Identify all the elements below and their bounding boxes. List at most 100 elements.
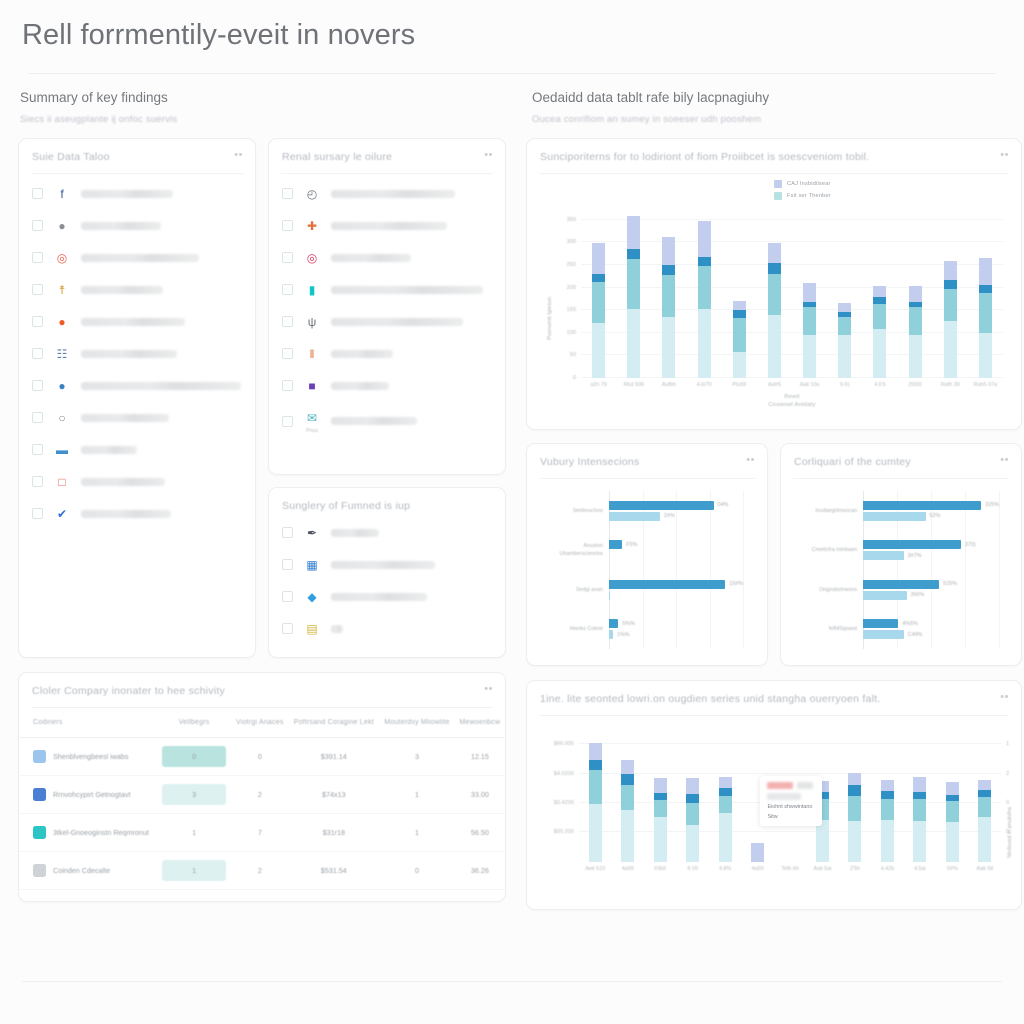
table-row[interactable]: 3tkel-Gnoeoginstn Reqmronut 1 7 $31r18 1 56.5… xyxy=(19,813,505,852)
hbar-row[interactable]: 356% xyxy=(863,590,999,600)
legend-item[interactable]: Fsit ser Thenber xyxy=(774,191,831,200)
bar-slot[interactable]: 4.V0 xyxy=(676,734,708,872)
hbar-row[interactable]: 3#7% xyxy=(863,551,999,561)
list-item[interactable]: ○ xyxy=(19,402,255,434)
stacked-bar[interactable] xyxy=(718,777,732,862)
list-item-checkbox[interactable] xyxy=(282,415,293,427)
list-item-checkbox[interactable] xyxy=(32,444,43,456)
hbar-primary[interactable] xyxy=(863,579,940,589)
stacked-bar[interactable] xyxy=(592,243,606,378)
stacked-bar[interactable] xyxy=(697,221,711,378)
list-item-checkbox[interactable] xyxy=(32,412,43,424)
list-item[interactable]: ✒ xyxy=(269,517,505,549)
stacked-bar[interactable] xyxy=(848,772,862,862)
list-item-checkbox[interactable] xyxy=(282,348,293,360)
card-menu-icon[interactable]: •• xyxy=(1000,454,1009,465)
bar-slot[interactable]: Rath 39 xyxy=(933,210,968,388)
hbar-secondary[interactable] xyxy=(863,590,907,600)
stacked-bar[interactable] xyxy=(880,779,894,862)
stacked-bar[interactable] xyxy=(978,257,992,378)
stacked-bar[interactable] xyxy=(662,237,676,378)
list-item-checkbox[interactable] xyxy=(282,559,293,571)
stacked-bar[interactable] xyxy=(686,778,700,862)
table-row[interactable]: Rrnvohcypirt Getnogtavt 3 2 $74x13 1 33.00 xyxy=(19,775,505,814)
hbar-row[interactable] xyxy=(609,551,743,560)
list-item[interactable]: ● xyxy=(19,370,255,402)
hbar-secondary[interactable] xyxy=(863,630,904,640)
bar-slot[interactable]: 4a99 xyxy=(611,734,643,872)
legend-item[interactable]: CAJ Insbidilsear xyxy=(774,179,831,188)
hbar-row[interactable]: 15#% xyxy=(609,579,743,589)
stacked-bar[interactable] xyxy=(945,782,959,862)
bar-slot[interactable]: Aafr5 xyxy=(757,210,792,388)
hbar-row[interactable]: 1%% xyxy=(609,630,743,640)
bar-slot[interactable]: Rah5 07a xyxy=(968,210,1003,388)
list-item[interactable]: ψ xyxy=(269,306,505,338)
list-item-checkbox[interactable] xyxy=(32,508,43,520)
list-item[interactable]: ■ xyxy=(269,370,505,402)
hbar-primary[interactable] xyxy=(609,500,714,510)
bar-slot[interactable]: 4.5ai xyxy=(904,734,936,872)
hbar-row[interactable]: 525% xyxy=(863,579,999,589)
list-item-checkbox[interactable] xyxy=(32,316,43,328)
card-menu-icon[interactable]: •• xyxy=(1000,149,1009,160)
card-menu-icon[interactable]: •• xyxy=(484,683,493,694)
card-menu-icon[interactable]: •• xyxy=(1000,691,1009,702)
hbar-row[interactable]: 04% xyxy=(609,500,743,510)
hbar-primary[interactable] xyxy=(863,500,982,510)
list-item-checkbox[interactable] xyxy=(32,188,43,200)
hbar-row[interactable]: 4%5% xyxy=(863,619,999,629)
list-item-checkbox[interactable] xyxy=(282,623,293,635)
stacked-bar[interactable] xyxy=(943,261,957,378)
list-item[interactable]: ● xyxy=(19,306,255,338)
hbar-secondary[interactable] xyxy=(863,511,926,521)
table-row[interactable]: Coinden Cdecalte 1 2 $531.54 0 36.26 xyxy=(19,851,505,890)
hbar-secondary[interactable] xyxy=(863,551,904,561)
stacked-bar[interactable] xyxy=(873,285,887,378)
list-item[interactable]: ☷ xyxy=(19,338,255,370)
stacked-bar[interactable] xyxy=(627,216,641,378)
hbar-primary[interactable] xyxy=(609,619,619,629)
list-item-checkbox[interactable] xyxy=(32,284,43,296)
card-menu-icon[interactable]: •• xyxy=(746,454,755,465)
list-item-checkbox[interactable] xyxy=(282,284,293,296)
hbar-row[interactable] xyxy=(609,590,743,600)
hbar-row[interactable]: F5% xyxy=(609,540,743,550)
bar-slot[interactable]: Aati 5tt xyxy=(969,734,1001,872)
list-item[interactable]: ‖ xyxy=(269,338,505,370)
table-row[interactable]: Shenblvengbeesl iwabs 0 0 $391.14 3 12.15 xyxy=(19,737,505,776)
bar-slot[interactable]: 5#% xyxy=(936,734,968,872)
list-item-checkbox[interactable] xyxy=(32,220,43,232)
hbar-row[interactable]: 325% xyxy=(863,500,999,510)
stacked-bar[interactable] xyxy=(838,302,852,378)
list-item[interactable]: ◆ xyxy=(269,581,505,613)
list-item-checkbox[interactable] xyxy=(282,316,293,328)
card-menu-icon[interactable]: •• xyxy=(234,149,243,160)
list-item[interactable]: ✉ Pnus xyxy=(269,402,505,441)
list-item-checkbox[interactable] xyxy=(32,380,43,392)
list-item[interactable]: ● xyxy=(19,210,255,242)
list-item-checkbox[interactable] xyxy=(282,527,293,539)
list-item[interactable]: ▦ xyxy=(269,549,505,581)
list-item[interactable]: ◎ xyxy=(269,242,505,274)
bar-slot[interactable]: a2n 79 xyxy=(581,210,616,388)
bar-slot[interactable]: Aeti 510 xyxy=(579,734,611,872)
hbar-secondary[interactable] xyxy=(609,511,660,521)
stacked-bar[interactable] xyxy=(913,777,927,862)
stacked-bar[interactable] xyxy=(767,243,781,378)
list-item-checkbox[interactable] xyxy=(282,220,293,232)
hbar-primary[interactable] xyxy=(609,579,726,589)
list-item-checkbox[interactable] xyxy=(32,348,43,360)
hbar-secondary[interactable] xyxy=(609,630,614,640)
hbar-secondary[interactable] xyxy=(609,590,611,600)
bar-slot[interactable]: 4.42b xyxy=(871,734,903,872)
list-item-checkbox[interactable] xyxy=(282,591,293,603)
bar-slot[interactable]: Aali 10a xyxy=(792,210,827,388)
hbar-primary[interactable] xyxy=(863,619,899,629)
bar-slot[interactable]: Plu59 xyxy=(722,210,757,388)
list-item[interactable]: ◴ xyxy=(269,178,505,210)
list-item[interactable]: ✚ xyxy=(269,210,505,242)
list-item-checkbox[interactable] xyxy=(282,380,293,392)
hbar-row[interactable]: 2#% xyxy=(609,511,743,521)
hbar-primary[interactable] xyxy=(863,540,961,550)
